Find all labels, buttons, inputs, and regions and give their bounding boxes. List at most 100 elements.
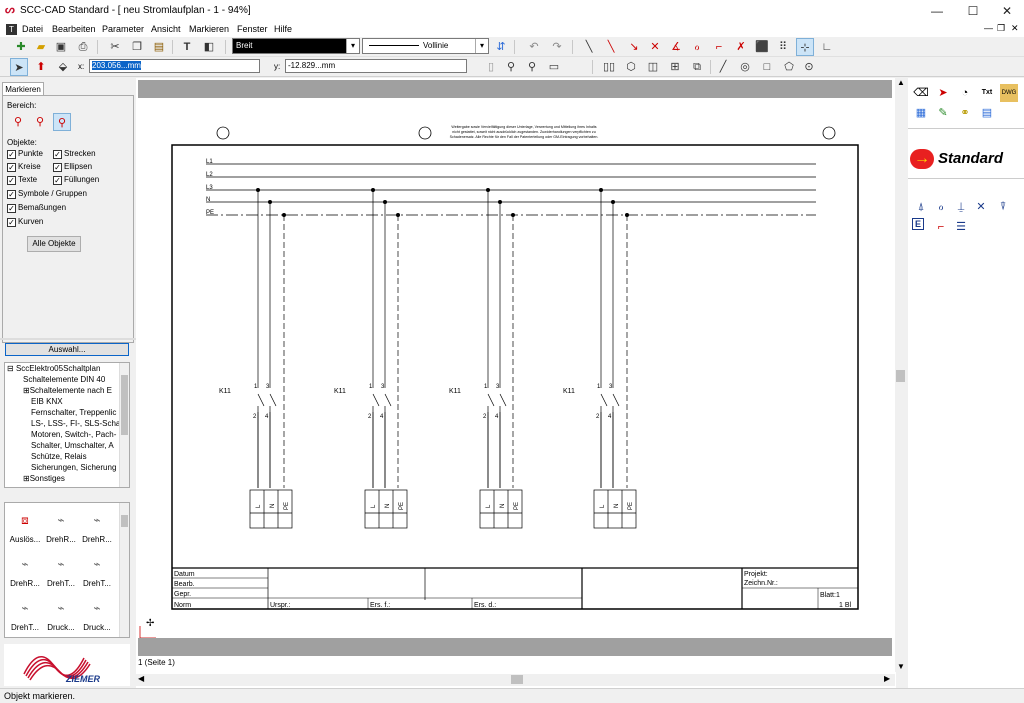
menu-ansicht[interactable]: Ansicht bbox=[151, 24, 181, 34]
menu-markieren[interactable]: Markieren bbox=[189, 24, 229, 34]
maximize-button[interactable]: ☐ bbox=[956, 0, 990, 22]
symbol-item[interactable]: ⌁ Druck... bbox=[43, 593, 79, 637]
symbol-item[interactable]: ⌁ DrehT... bbox=[43, 549, 79, 593]
menu-hilfe[interactable]: Hilfe bbox=[274, 24, 292, 34]
checkbox-kurven[interactable]: ✓ Kurven bbox=[7, 217, 43, 227]
checkbox-kreise[interactable]: ✓ Kreise bbox=[7, 162, 41, 172]
circle-tool-icon[interactable]: ⊙ bbox=[800, 58, 818, 76]
menu-bearbeiten[interactable]: Bearbeiten bbox=[52, 24, 96, 34]
select-pointer-icon[interactable]: ⬆ bbox=[32, 58, 50, 76]
close-button[interactable]: ✕ bbox=[990, 0, 1024, 22]
scale-tool-icon[interactable]: ⧉ bbox=[688, 58, 706, 76]
symbol-item[interactable]: ⌁ DrehT... bbox=[79, 549, 115, 593]
diode-icon[interactable]: ⍒ bbox=[994, 198, 1012, 216]
mdi-minimize-button[interactable]: — bbox=[984, 23, 993, 33]
tree-scrollbar[interactable] bbox=[119, 363, 129, 487]
snap-intersection-icon[interactable]: ✕ bbox=[646, 38, 664, 56]
line-tool-icon[interactable]: ╱ bbox=[714, 58, 732, 76]
print-icon[interactable]: ⎙ bbox=[74, 38, 92, 56]
tree-root[interactable]: ⊟ SccElektro05Schaltplan bbox=[7, 363, 100, 374]
save-icon[interactable]: ▣ bbox=[52, 38, 70, 56]
checkbox-fuellungen[interactable]: ✓ Füllungen bbox=[53, 175, 99, 185]
scroll-thumb[interactable] bbox=[121, 515, 128, 527]
compass-icon[interactable]: ⍋ bbox=[912, 198, 930, 216]
ortho-icon[interactable]: ∟ bbox=[818, 38, 836, 56]
snap-line-icon[interactable]: ╲ bbox=[580, 38, 598, 56]
circuit-2[interactable]: K11 1 3 2 4 L N PE bbox=[334, 188, 408, 529]
terminal-icon[interactable]: ⍊ bbox=[952, 198, 970, 216]
zoom-icon[interactable]: ⚲ bbox=[502, 58, 520, 76]
grid-snap-icon[interactable]: ⊹ bbox=[796, 38, 814, 56]
tree-item[interactable]: Sicherungen, Sicherung bbox=[31, 462, 116, 473]
symbol-scrollbar[interactable] bbox=[119, 503, 129, 637]
layer-icon[interactable]: ⇵ bbox=[492, 38, 510, 56]
wire-icon[interactable]: ⌐ bbox=[932, 218, 950, 236]
array-tool-icon[interactable]: ⊞ bbox=[666, 58, 684, 76]
eraser-icon[interactable]: ⌫ bbox=[912, 84, 930, 102]
connect-icon[interactable]: ℴ bbox=[932, 198, 950, 216]
circuit-4[interactable]: K11 1 3 2 4 L N PE bbox=[563, 188, 637, 529]
tree-item[interactable]: Schütze, Relais bbox=[31, 451, 87, 462]
symbol-item[interactable]: ⌁ DrehR... bbox=[79, 505, 115, 549]
horizontal-scrollbar[interactable]: ◀ ▶ bbox=[136, 674, 895, 686]
symbol-item[interactable]: ⌁ DrehT... bbox=[7, 593, 43, 637]
x-coordinate-input[interactable]: 203.056...mm bbox=[89, 59, 260, 73]
doc-icon[interactable]: T bbox=[6, 24, 17, 35]
bom-icon[interactable]: ▤ bbox=[978, 104, 996, 122]
scroll-thumb[interactable] bbox=[121, 375, 128, 435]
tree-item[interactable]: Schalter, Umschalter, A bbox=[31, 440, 114, 451]
sheet-tab[interactable]: 1 (Seite 1) bbox=[138, 658, 175, 667]
redo-icon[interactable]: ↷ bbox=[548, 38, 566, 56]
select-all-icon[interactable]: ⚲ bbox=[53, 113, 71, 131]
pencil-icon[interactable]: ✎ bbox=[934, 104, 952, 122]
electro-e-icon[interactable]: E bbox=[912, 218, 924, 230]
select-box-icon[interactable]: ⬙ bbox=[54, 58, 72, 76]
redraw-icon[interactable]: ▭ bbox=[545, 58, 563, 76]
snap-line-end-icon[interactable]: ╲ bbox=[602, 38, 620, 56]
grid-icon[interactable]: ⠿ bbox=[774, 38, 792, 56]
circuit-3[interactable]: K11 1 3 2 4 L N PE bbox=[449, 188, 523, 529]
copy-icon[interactable]: ❐ bbox=[128, 38, 146, 56]
snap-tangent-icon[interactable]: ∡ bbox=[667, 38, 685, 56]
mirror-tool-icon[interactable]: ◫ bbox=[644, 58, 662, 76]
schematic[interactable]: Weitergabe sowie Vervielfältigung dieser… bbox=[136, 98, 894, 638]
tree-item[interactable]: Motoren, Switch-, Pach- bbox=[31, 429, 116, 440]
fill-icon[interactable]: ◔ bbox=[956, 84, 974, 102]
checkbox-strecken[interactable]: ✓ Strecken bbox=[53, 149, 96, 159]
symbol-item[interactable]: ⌁ DrehR... bbox=[7, 549, 43, 593]
spiral-tool-icon[interactable]: ◎ bbox=[736, 58, 754, 76]
select-tool-icon[interactable]: ➤ bbox=[934, 84, 952, 102]
zoom-window-icon[interactable]: ⚲ bbox=[523, 58, 541, 76]
object-props-icon[interactable]: ◧ bbox=[200, 38, 218, 56]
checkbox-bemassungen[interactable]: ✓ Bemaßungen bbox=[7, 203, 66, 213]
dwg-icon[interactable]: DWG bbox=[1000, 84, 1018, 102]
new-file-icon[interactable]: ✚ bbox=[12, 38, 30, 56]
tree-item[interactable]: ⊞Sonstiges bbox=[23, 473, 65, 484]
cross-icon[interactable]: ✕ bbox=[972, 198, 990, 216]
mdi-close-button[interactable]: ✕ bbox=[1011, 23, 1019, 34]
symbol-item[interactable]: ⌁ Druck... bbox=[79, 593, 115, 637]
image-icon[interactable]: ▦ bbox=[912, 104, 930, 122]
tree-item[interactable]: LS-, LSS-, FI-, SLS-Scha bbox=[31, 418, 120, 429]
paste-icon[interactable]: ▤ bbox=[150, 38, 168, 56]
rect-tool-icon[interactable]: ▯▯ bbox=[600, 58, 618, 76]
snap-off-icon[interactable]: ✗ bbox=[732, 38, 750, 56]
rotate-tool-icon[interactable]: ⬡ bbox=[622, 58, 640, 76]
snap-perpendicular-icon[interactable]: ⌐ bbox=[710, 38, 728, 56]
select-rect-icon[interactable]: ⚲ bbox=[9, 113, 27, 131]
circuit-1[interactable]: K11 1 3 2 4 L N PE bbox=[219, 188, 293, 529]
page-icon[interactable]: ▯ bbox=[482, 58, 500, 76]
measure-icon[interactable]: ⚭ bbox=[956, 104, 974, 122]
checkbox-ellipsen[interactable]: ✓ Ellipsen bbox=[53, 162, 92, 172]
vertical-scrollbar[interactable]: ▲ ▼ bbox=[895, 78, 907, 672]
checkbox-texte[interactable]: ✓ Texte bbox=[7, 175, 37, 185]
all-objects-button[interactable]: Alle Objekte bbox=[27, 236, 81, 252]
checkbox-symbole[interactable]: ✓ Symbole / Gruppen bbox=[7, 189, 87, 199]
cut-icon[interactable]: ✂ bbox=[106, 38, 124, 56]
open-folder-icon[interactable]: ▰ bbox=[32, 38, 50, 56]
polygon-tool-icon[interactable]: ⬠ bbox=[780, 58, 798, 76]
splitter[interactable] bbox=[0, 338, 136, 340]
menu-parameter[interactable]: Parameter bbox=[102, 24, 144, 34]
text-tool-icon[interactable]: T bbox=[178, 38, 196, 56]
line-style-select[interactable]: Vollinie ▾ bbox=[362, 38, 489, 54]
